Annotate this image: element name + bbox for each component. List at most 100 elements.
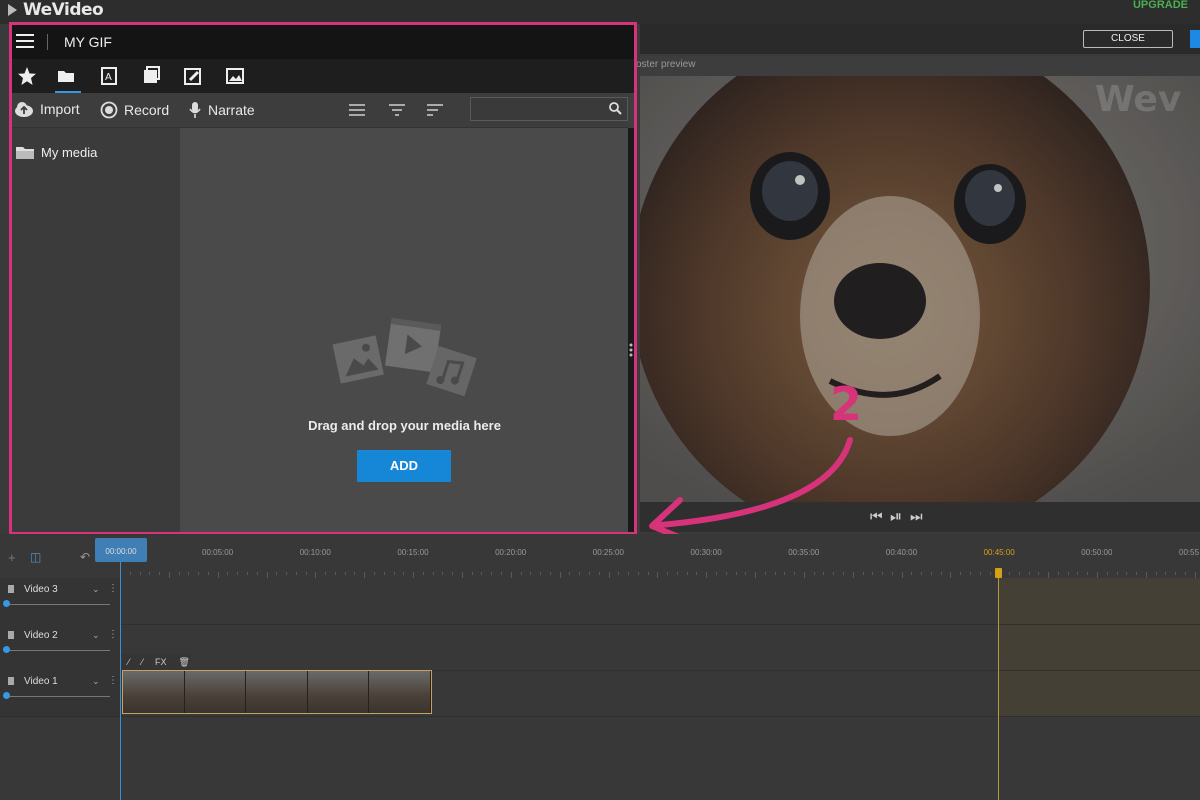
ruler-minor-tick (149, 572, 151, 575)
ruler-minor-tick (842, 572, 844, 575)
sort-icon[interactable] (426, 103, 444, 117)
project-title: MY GIF (64, 34, 112, 50)
tab-my-media[interactable] (55, 65, 81, 93)
ruler-minor-tick (295, 572, 297, 575)
split-icon[interactable]: ⁄ (128, 657, 130, 667)
playhead-line[interactable] (120, 562, 121, 800)
ruler-minor-tick (1057, 572, 1059, 575)
ruler-minor-tick (422, 572, 424, 575)
ruler-minor-tick (969, 572, 971, 575)
ruler-minor-tick (1175, 572, 1177, 575)
end-marker[interactable] (995, 568, 1002, 578)
preview-label-bar: oster preview (636, 56, 1200, 76)
record-button[interactable]: Record (100, 101, 169, 119)
ruler-minor-tick (491, 572, 493, 575)
hamburger-icon[interactable] (16, 34, 34, 52)
media-placeholder-icon (332, 317, 477, 397)
ruler-minor-tick (442, 572, 444, 575)
volume-slider[interactable] (6, 604, 110, 605)
ruler-minor-tick (833, 572, 835, 575)
ruler-minor-tick (178, 572, 180, 575)
ruler-minor-tick (696, 572, 698, 575)
chevron-down-icon[interactable]: ⌄ (92, 584, 100, 595)
narrate-label: Narrate (208, 102, 255, 118)
trim-icon[interactable]: ⁄ (142, 657, 144, 667)
ruler-minor-tick (188, 572, 190, 575)
text-icon[interactable]: A (98, 65, 120, 87)
import-button[interactable]: Import (14, 101, 80, 117)
fx-button[interactable]: FX (155, 657, 167, 667)
upload-icon (15, 102, 33, 117)
video-clip[interactable] (122, 670, 432, 714)
folder-sidebar: My media (12, 128, 181, 532)
ruler-minor-tick (354, 572, 356, 575)
list-icon[interactable] (348, 103, 366, 117)
ruler-minor-tick (1028, 572, 1030, 575)
svg-text:A: A (105, 72, 112, 83)
narrate-button[interactable]: Narrate (188, 101, 255, 119)
ruler-minor-tick (540, 572, 542, 575)
filter-icon[interactable] (388, 103, 406, 117)
play-icon[interactable]: ⏯ (890, 508, 902, 525)
volume-knob[interactable] (3, 600, 10, 607)
star-icon[interactable] (16, 65, 38, 87)
step-number: 2 (830, 377, 862, 431)
magnet-icon[interactable]: ◫ (30, 550, 41, 564)
next-icon[interactable]: ⏭ (910, 508, 923, 525)
folder-my-media[interactable]: My media (15, 144, 97, 160)
add-media-icon[interactable] (140, 65, 162, 87)
action-button[interactable] (1190, 30, 1200, 48)
playhead-time[interactable]: 00:00:00 (95, 538, 147, 562)
upgrade-link[interactable]: UPGRADE (1133, 0, 1188, 11)
app-logo[interactable]: WeVideo (8, 0, 104, 20)
preview-label: oster preview (636, 59, 696, 70)
ruler-minor-tick (911, 572, 913, 575)
clip-frame (369, 671, 431, 713)
undo-icon[interactable]: ↶ (80, 550, 90, 564)
more-icon[interactable]: ⋮ (108, 675, 118, 686)
chevron-down-icon[interactable]: ⌄ (92, 630, 100, 641)
ruler-minor-tick (1067, 572, 1069, 575)
ruler-minor-tick (207, 572, 209, 575)
ruler-minor-tick (471, 572, 473, 575)
ruler-minor-tick (579, 572, 581, 575)
timeline-tick: 00:55 (1179, 548, 1200, 557)
add-media-button[interactable]: ADD (357, 450, 451, 482)
timeline-ruler[interactable]: 00:05:00 00:10:00 00:15:00 00:20:00 00:25:00… (120, 534, 1200, 578)
track-lane[interactable] (121, 578, 1200, 625)
ruler-minor-tick (569, 572, 571, 575)
ruler-minor-tick (979, 572, 981, 575)
image-icon[interactable] (224, 65, 246, 87)
more-icon[interactable]: ⋮ (108, 583, 118, 594)
track-name[interactable]: Video 1 (24, 676, 58, 687)
timeline-tick: 00:45:00 (983, 548, 1015, 557)
ruler-minor-tick (403, 572, 405, 575)
track-name[interactable]: Video 3 (24, 584, 58, 595)
drop-instructions: Drag and drop your media here (308, 418, 501, 433)
track-lane[interactable] (121, 624, 1200, 671)
media-panel: MY GIF A Import Record Narrate My media … (9, 22, 637, 534)
add-track-icon[interactable]: + (8, 550, 16, 565)
volume-slider[interactable] (6, 696, 110, 697)
trash-icon[interactable]: 🗑 (179, 657, 190, 668)
ruler-minor-tick (344, 572, 346, 575)
edit-icon[interactable] (182, 65, 204, 87)
panel-resize-handle[interactable] (628, 128, 634, 532)
ruler-minor-tick (374, 572, 376, 575)
timeline-tick: 00:30:00 (690, 548, 722, 557)
volume-knob[interactable] (3, 646, 10, 653)
search-input[interactable] (470, 97, 628, 121)
ruler-minor-tick (530, 572, 532, 575)
track-name[interactable]: Video 2 (24, 630, 58, 641)
ruler-minor-tick (129, 572, 131, 575)
search-icon[interactable] (609, 102, 622, 115)
volume-slider[interactable] (6, 650, 110, 651)
ruler-minor-tick (237, 572, 239, 575)
volume-knob[interactable] (3, 692, 10, 699)
ruler-minor-tick (823, 572, 825, 575)
ruler-minor-tick (432, 572, 434, 575)
chevron-down-icon[interactable]: ⌄ (92, 676, 100, 687)
more-icon[interactable]: ⋮ (108, 629, 118, 640)
close-button[interactable]: CLOSE (1083, 30, 1173, 48)
drop-zone[interactable]: Drag and drop your media here ADD (181, 128, 628, 532)
